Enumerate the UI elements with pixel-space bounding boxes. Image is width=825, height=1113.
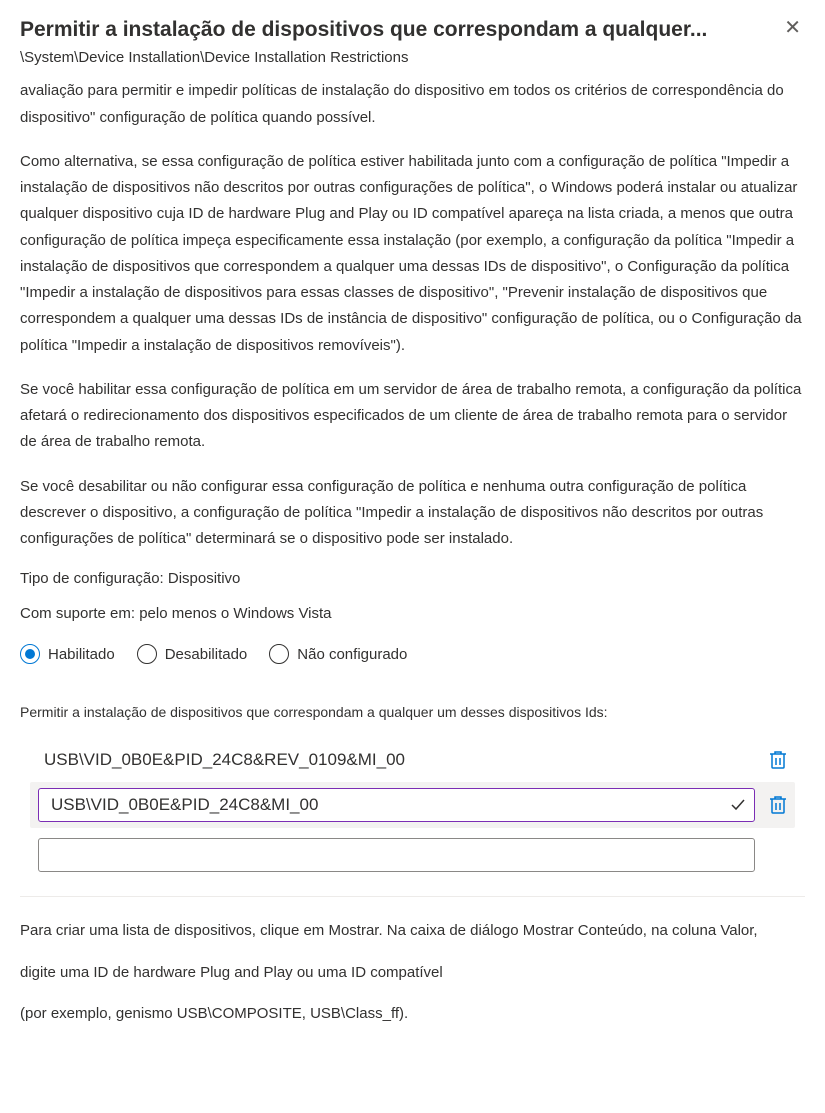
- radio-label: Desabilitado: [165, 646, 248, 663]
- radio-circle-icon: [137, 644, 157, 664]
- close-icon[interactable]: ✕: [780, 16, 805, 40]
- page-title: Permitir a instalação de dispositivos qu…: [20, 16, 780, 43]
- device-ids-label: Permitir a instalação de dispositivos qu…: [20, 704, 805, 720]
- description-paragraph: Se você habilitar essa configuração de p…: [20, 377, 805, 456]
- edit-input-container: [38, 788, 755, 822]
- list-item-editing: [30, 782, 795, 828]
- state-radio-group: Habilitado Desabilitado Não configurado: [20, 644, 805, 664]
- radio-not-configured[interactable]: Não configurado: [269, 644, 407, 664]
- breadcrumb: \System\Device Installation\Device Insta…: [20, 49, 805, 66]
- footer-paragraph: digite uma ID de hardware Plug and Play …: [20, 957, 805, 989]
- footer-paragraph: (por exemplo, genismo USB\COMPOSITE, USB…: [20, 998, 805, 1030]
- setting-type-label: Tipo de configuração: Dispositivo: [20, 570, 805, 587]
- trash-icon[interactable]: [769, 795, 787, 815]
- list-item[interactable]: USB\VID_0B0E&PID_24C8&REV_0109&MI_00: [38, 738, 787, 782]
- radio-circle-icon: [20, 644, 40, 664]
- panel-header: Permitir a instalação de dispositivos qu…: [20, 16, 805, 43]
- description-paragraph: Como alternativa, se essa configuração d…: [20, 149, 805, 359]
- trash-icon[interactable]: [769, 750, 787, 770]
- radio-label: Habilitado: [48, 646, 115, 663]
- description-paragraph: avaliação para permitir e impedir políti…: [20, 78, 805, 131]
- radio-circle-icon: [269, 644, 289, 664]
- new-device-id-input[interactable]: [38, 838, 755, 872]
- device-id-input[interactable]: [49, 794, 730, 816]
- footer-paragraph: Para criar uma lista de dispositivos, cl…: [20, 915, 805, 947]
- list-item-value: USB\VID_0B0E&PID_24C8&REV_0109&MI_00: [38, 744, 755, 776]
- divider: [20, 896, 805, 897]
- check-icon[interactable]: [730, 797, 746, 813]
- radio-label: Não configurado: [297, 646, 407, 663]
- footer-help-text: Para criar uma lista de dispositivos, cl…: [20, 915, 805, 1030]
- radio-disabled[interactable]: Desabilitado: [137, 644, 248, 664]
- add-item-row: [38, 838, 787, 872]
- supported-on-label: Com suporte em: pelo menos o Windows Vis…: [20, 605, 805, 622]
- device-ids-list: USB\VID_0B0E&PID_24C8&REV_0109&MI_00: [20, 738, 805, 872]
- description-paragraph: Se você desabilitar ou não configurar es…: [20, 474, 805, 553]
- radio-enabled[interactable]: Habilitado: [20, 644, 115, 664]
- policy-settings-panel: Permitir a instalação de dispositivos qu…: [0, 0, 825, 1080]
- policy-description: avaliação para permitir e impedir políti…: [20, 78, 805, 552]
